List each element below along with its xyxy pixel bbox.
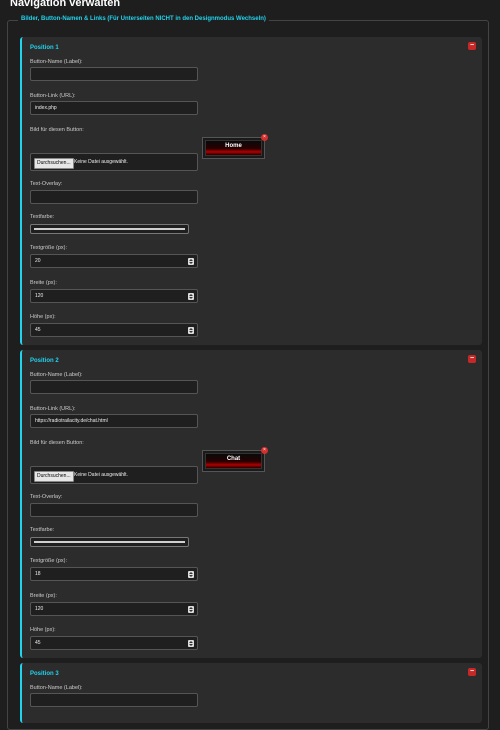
button-link-label: Button-Link (URL): [30,406,76,412]
position-card-2: Position 2 − Button-Name (Label): Button… [20,350,482,658]
text-color-label: Textfarbe: [30,527,55,533]
width-label: Breite (px): [30,280,57,286]
text-overlay-input[interactable] [30,503,198,517]
file-status: Keine Datei ausgewählt. [74,159,128,165]
preview-text: Chat [226,456,241,462]
browse-button[interactable]: Durchsuchen... [34,158,74,169]
height-label: Höhe (px): [30,627,56,633]
button-image-preview: Chat × [202,447,268,472]
button-link-label: Button-Link (URL): [30,93,76,99]
button-name-input[interactable] [30,67,198,81]
text-size-input[interactable]: 20 [30,254,198,268]
remove-position-button[interactable]: − [468,355,476,363]
text-color-label: Textfarbe: [30,214,55,220]
spinner-icon[interactable] [188,293,194,300]
height-value: 45 [35,640,41,646]
width-input[interactable]: 120 [30,602,198,616]
height-input[interactable]: 45 [30,636,198,650]
height-value: 45 [35,327,41,333]
remove-position-button[interactable]: − [468,42,476,50]
preview-text: Home [225,143,242,149]
button-name-label: Button-Name (Label): [30,59,83,65]
color-swatch [34,228,185,230]
text-color-picker[interactable] [30,537,189,547]
button-name-input[interactable] [30,693,198,707]
spinner-icon[interactable] [188,258,194,265]
spinner-icon[interactable] [188,571,194,578]
width-value: 120 [35,293,44,299]
text-overlay-label: Text-Overlay: [30,181,63,187]
file-status: Keine Datei ausgewählt. [74,472,128,478]
position-title: Position 3 [30,671,59,677]
position-title: Position 1 [30,45,59,51]
preview-image: Home [205,140,262,156]
preview-image: Chat [205,453,262,469]
button-name-label: Button-Name (Label): [30,685,83,691]
button-link-input[interactable]: index.php [30,101,198,115]
text-size-label: Textgröße (px): [30,558,67,564]
image-label: Bild für diesen Button: [30,440,84,446]
spinner-icon[interactable] [188,327,194,334]
spinner-icon[interactable] [188,640,194,647]
position-title: Position 2 [30,358,59,364]
browse-button[interactable]: Durchsuchen... [34,471,74,482]
width-label: Breite (px): [30,593,57,599]
height-input[interactable]: 45 [30,323,198,337]
text-size-input[interactable]: 18 [30,567,198,581]
text-size-label: Textgröße (px): [30,245,67,251]
image-file-input[interactable]: Durchsuchen... Keine Datei ausgewählt. [30,153,198,171]
position-card-1: Position 1 − Button-Name (Label): Button… [20,37,482,345]
button-name-input[interactable] [30,380,198,394]
section-legend: Bilder, Button-Namen & Links (Für Unters… [18,16,269,22]
image-label: Bild für diesen Button: [30,127,84,133]
button-link-input[interactable]: https://radiotrailacity.de/chat.html [30,414,198,428]
remove-image-icon[interactable]: × [261,134,268,141]
width-input[interactable]: 120 [30,289,198,303]
text-color-picker[interactable] [30,224,189,234]
page-title: Navigation verwalten [10,0,121,9]
remove-image-icon[interactable]: × [261,447,268,454]
remove-position-button[interactable]: − [468,668,476,676]
text-size-value: 18 [35,571,41,577]
width-value: 120 [35,606,44,612]
button-image-preview: Home × [202,134,268,159]
color-swatch [34,541,185,543]
position-card-3: Position 3 − Button-Name (Label): [20,663,482,723]
button-name-label: Button-Name (Label): [30,372,83,378]
spinner-icon[interactable] [188,606,194,613]
text-overlay-input[interactable] [30,190,198,204]
height-label: Höhe (px): [30,314,56,320]
text-overlay-label: Text-Overlay: [30,494,63,500]
text-size-value: 20 [35,258,41,264]
image-file-input[interactable]: Durchsuchen... Keine Datei ausgewählt. [30,466,198,484]
